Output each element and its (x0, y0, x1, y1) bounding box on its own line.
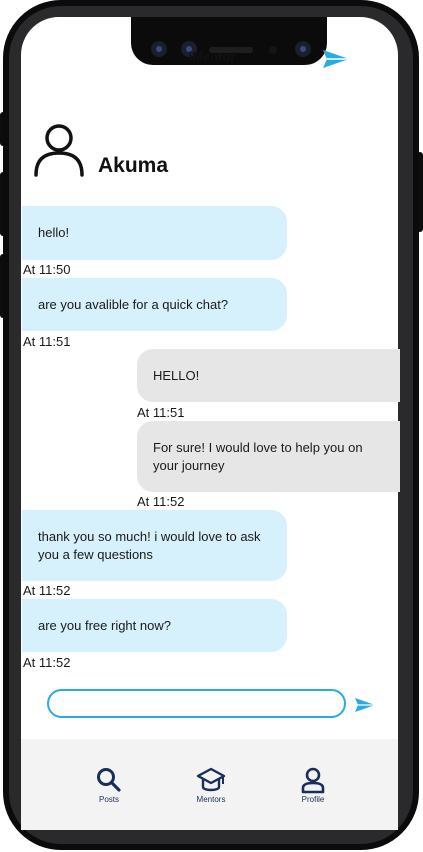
tab-profile[interactable]: Profile (283, 766, 343, 804)
tab-posts[interactable]: Posts (79, 766, 139, 804)
message-timestamp: At 11:51 (137, 405, 185, 420)
message-timestamp: At 11:52 (23, 583, 71, 598)
message-text: hello! (38, 225, 70, 240)
send-icon[interactable] (322, 49, 350, 69)
user-icon (301, 767, 325, 794)
message-text: thank you so much! i would love to ask y… (38, 528, 261, 562)
user-icon (34, 124, 84, 177)
message-text: are you avalible for a quick chat? (38, 296, 229, 312)
contact-name: Akuma (98, 154, 169, 177)
message-timestamp: At 11:52 (137, 494, 185, 509)
message-bubble-incoming: hello! (22, 206, 287, 260)
message-text: For sure! I would love to help you on yo… (153, 439, 363, 473)
tab-label: Mentors (196, 795, 226, 804)
message-timestamp: At 11:51 (23, 334, 71, 349)
tab-label: Posts (98, 795, 119, 804)
tab-mentors[interactable]: Mentors (181, 766, 241, 804)
message-text: are you free right now? (38, 617, 171, 633)
message-bubble-outgoing: For sure! I would love to help you on yo… (137, 421, 400, 492)
send-icon[interactable] (354, 697, 376, 713)
message-bubble-incoming: are you free right now? (22, 599, 287, 652)
app-title: iMentor (188, 49, 236, 64)
message-text: HELLO! (153, 367, 200, 383)
message-timestamp: At 11:52 (23, 655, 71, 670)
message-bubble-incoming: thank you so much! i would love to ask y… (22, 510, 287, 581)
front-camera-icon (295, 41, 311, 57)
message-timestamp: At 11:50 (23, 262, 71, 277)
sensor-dot (269, 46, 277, 54)
message-input[interactable] (47, 689, 346, 718)
search-icon (97, 768, 121, 792)
message-bubble-outgoing: HELLO! (137, 349, 400, 402)
tab-label: Profile (301, 795, 325, 804)
message-bubble-incoming: are you avalible for a quick chat? (22, 278, 287, 331)
graduation-cap-icon (196, 767, 226, 792)
